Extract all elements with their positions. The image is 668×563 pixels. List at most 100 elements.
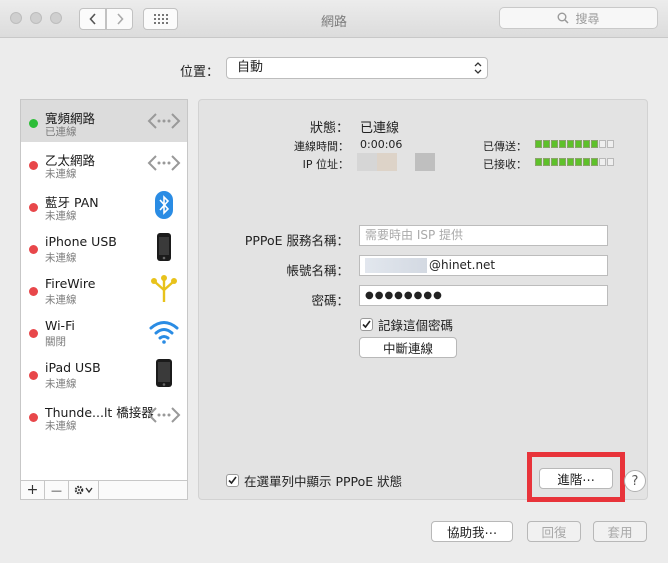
received-level-meter [535, 158, 614, 166]
show-pppoe-status-checkbox[interactable]: 在選單列中顯示 PPPoE 狀態 [226, 471, 402, 490]
status-dot [29, 371, 38, 380]
action-menu-button[interactable] [69, 481, 99, 499]
level-segment [583, 140, 590, 148]
level-segment [591, 140, 598, 148]
pppoe-service-label: PPPoE 服務名稱： [244, 233, 349, 248]
remember-password-label: 記錄這個密碼 [378, 318, 454, 333]
status-dot [29, 161, 38, 170]
status-dot [29, 287, 38, 296]
status-dot [29, 203, 38, 212]
service-item-ipad-usb[interactable]: iPad USB 未連線 [21, 352, 187, 394]
password-value: ●●●●●●●● [365, 290, 443, 301]
service-item-ethernet[interactable]: 乙太網路 未連線 [21, 142, 187, 184]
updown-arrows-icon [474, 62, 482, 74]
service-name: Wi-Fi [45, 318, 75, 333]
service-status: 未連線 [45, 420, 77, 432]
apply-button[interactable]: 套用 [593, 521, 647, 542]
search-placeholder: 搜尋 [575, 11, 600, 26]
detail-panel: 狀態： 已連線 連線時間： 0:00:06 IP 位址： 已傳送： 已接收： P… [198, 99, 648, 500]
checkmark-icon [362, 320, 371, 329]
firewire-icon [147, 273, 181, 305]
location-select[interactable]: 自動 [226, 57, 488, 79]
status-label: 狀態： [309, 121, 349, 136]
service-item-thunderbolt-bridge[interactable]: Thunde...lt 橋接器 未連線 [21, 394, 187, 436]
service-item-firewire[interactable]: FireWire 未連線 [21, 268, 187, 310]
level-segment [583, 158, 590, 166]
account-input[interactable]: @hinet.net [359, 255, 608, 276]
level-segment [599, 158, 606, 166]
pppoe-service-input[interactable]: 需要時由 ISP 提供 [359, 225, 608, 246]
service-status: 未連線 [45, 252, 77, 264]
status-dot [29, 329, 38, 338]
search-field[interactable]: 搜尋 [499, 7, 658, 29]
status-dot [29, 245, 38, 254]
service-status: 未連線 [45, 168, 77, 180]
ip-redacted-block [377, 153, 397, 171]
service-status: 未連線 [45, 210, 77, 222]
ppp-arrows-icon [147, 105, 181, 137]
service-item-bluetooth-pan[interactable]: 藍牙 PAN 未連線 [21, 184, 187, 226]
level-segment [607, 158, 614, 166]
service-status: 關閉 [45, 336, 66, 348]
service-list: 寬頻網路 已連線 乙太網路 未連線 藍牙 PAN 未連線 iPhone USB … [20, 99, 188, 500]
add-service-button[interactable]: + [21, 481, 45, 499]
revert-button[interactable]: 回復 [527, 521, 581, 542]
level-segment [543, 158, 550, 166]
ip-redacted-block [415, 153, 435, 171]
sent-label: 已傳送： [483, 140, 527, 153]
bluetooth-icon [147, 189, 181, 221]
connect-time-value: 0:00:06 [360, 138, 403, 151]
remember-password-checkbox[interactable]: 記錄這個密碼 [360, 315, 453, 334]
checkbox-checked [360, 318, 373, 331]
show-pppoe-status-label: 在選單列中顯示 PPPoE 狀態 [244, 474, 403, 489]
help-button[interactable]: ? [624, 470, 646, 492]
level-segment [591, 158, 598, 166]
status-value: 已連線 [360, 121, 400, 136]
assist-me-button[interactable]: 協助我⋯ [431, 521, 513, 542]
service-item-wifi[interactable]: Wi-Fi 關閉 [21, 310, 187, 352]
ipad-icon [147, 357, 181, 389]
pppoe-service-placeholder: 需要時由 ISP 提供 [365, 228, 464, 242]
level-segment [559, 158, 566, 166]
level-segment [567, 140, 574, 148]
account-redacted-block [365, 258, 427, 273]
thunderbolt-bridge-icon [147, 399, 181, 431]
ip-address-label: IP 位址： [302, 158, 349, 171]
wifi-icon [147, 315, 181, 347]
title-bar: 網路 搜尋 [0, 0, 668, 38]
service-status: 未連線 [45, 294, 77, 306]
password-label: 密碼： [311, 293, 349, 308]
service-name: FireWire [45, 276, 96, 291]
level-segment [543, 140, 550, 148]
search-icon [557, 12, 570, 24]
service-item-broadband[interactable]: 寬頻網路 已連線 [21, 100, 187, 142]
service-name: iPad USB [45, 360, 101, 375]
gear-icon [74, 485, 93, 495]
remove-service-button[interactable]: — [45, 481, 69, 499]
level-segment [551, 158, 558, 166]
account-value: @hinet.net [429, 258, 496, 272]
connect-time-label: 連線時間： [294, 140, 349, 153]
disconnect-button[interactable]: 中斷連線 [359, 337, 457, 358]
iphone-icon [147, 231, 181, 263]
highlight-box [527, 452, 625, 502]
level-segment [575, 158, 582, 166]
ethernet-arrows-icon [147, 147, 181, 179]
service-item-iphone-usb[interactable]: iPhone USB 未連線 [21, 226, 187, 268]
level-segment [559, 140, 566, 148]
level-segment [567, 158, 574, 166]
level-segment [535, 140, 542, 148]
account-label: 帳號名稱： [286, 263, 349, 278]
checkmark-icon [228, 476, 237, 485]
level-segment [607, 140, 614, 148]
password-input[interactable]: ●●●●●●●● [359, 285, 608, 306]
level-segment [551, 140, 558, 148]
level-segment [575, 140, 582, 148]
location-label: 位置： [180, 65, 220, 80]
status-dot [29, 413, 38, 422]
level-segment [535, 158, 542, 166]
service-status: 已連線 [45, 126, 77, 138]
service-status: 未連線 [45, 378, 77, 390]
status-dot [29, 119, 38, 128]
level-segment [599, 140, 606, 148]
